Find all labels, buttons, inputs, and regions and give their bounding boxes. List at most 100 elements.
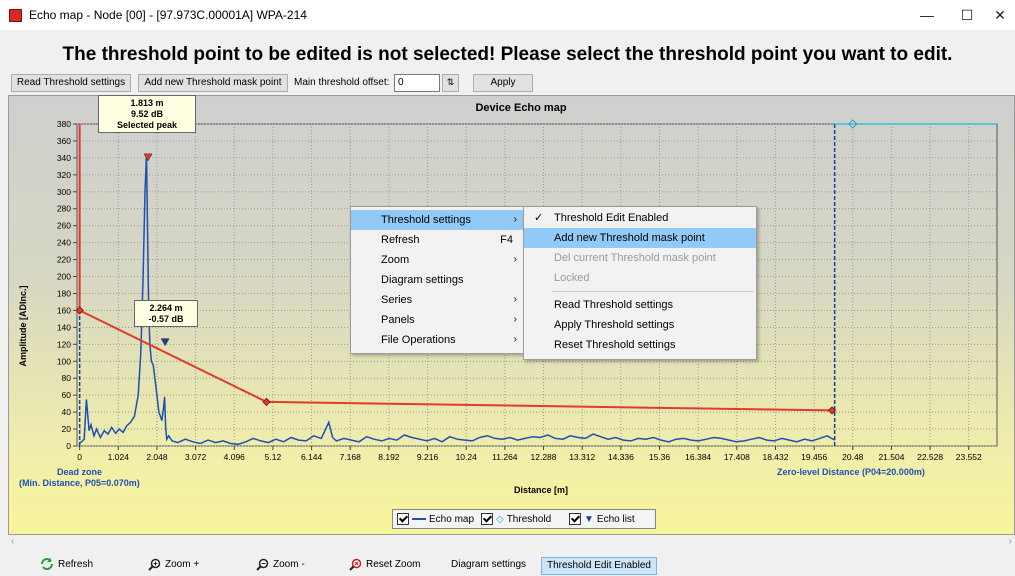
x-tick-label: 3.072 — [185, 452, 207, 462]
horizontal-scrollbar[interactable]: ‹ › — [8, 536, 1015, 550]
min-distance-label: (Min. Distance, P05=0.070m) — [19, 478, 140, 488]
menu-threshold-settings[interactable]: Threshold settings › — [351, 210, 525, 230]
zoom-in-button[interactable]: Zoom + — [148, 556, 199, 574]
y-tick-label: 100 — [57, 356, 71, 366]
selected-peak-distance: 1.813 m — [130, 98, 164, 108]
x-tick-label: 6.144 — [301, 452, 323, 462]
reset-zoom-button[interactable]: Reset Zoom — [349, 556, 420, 574]
zoom-in-icon — [148, 558, 161, 571]
x-tick-label: 21.504 — [878, 452, 904, 462]
y-tick-label: 360 — [57, 136, 71, 146]
checkbox-icon[interactable] — [481, 513, 493, 526]
legend-echo-map[interactable]: Echo map — [397, 513, 474, 526]
diagram-settings-button[interactable]: Diagram settings — [451, 556, 526, 574]
menu-file-operations[interactable]: File Operations › — [351, 330, 525, 350]
y-tick-label: 60 — [62, 390, 72, 400]
app-icon — [9, 9, 22, 22]
x-tick-label: 9.216 — [417, 452, 439, 462]
apply-button[interactable]: Apply — [473, 74, 533, 92]
menu-refresh[interactable]: Refresh F4 — [351, 230, 525, 250]
second-peak-distance: 2.264 m — [149, 303, 183, 313]
y-tick-label: 80 — [62, 373, 72, 383]
menu-series[interactable]: Series › — [351, 290, 525, 310]
offset-spinner[interactable]: ⇅ — [442, 74, 459, 92]
x-tick-label: 7.168 — [340, 452, 362, 462]
x-tick-label: 2.048 — [146, 452, 168, 462]
x-tick-label: 4.096 — [224, 452, 246, 462]
submenu-apply-threshold[interactable]: Apply Threshold settings — [524, 315, 756, 335]
x-tick-label: 22.528 — [917, 452, 943, 462]
spin-arrows-icon: ⇅ — [446, 77, 455, 87]
x-tick-label: 12.288 — [531, 452, 557, 462]
legend-echo-list[interactable]: ▼ Echo list — [569, 513, 635, 526]
y-axis-label: Amplitude [ADInc.] — [18, 286, 28, 367]
x-tick-label: 19.456 — [801, 452, 827, 462]
triangle-down-icon: ▼ — [584, 514, 594, 525]
x-tick-label: 10.24 — [456, 452, 478, 462]
scroll-right-icon[interactable]: › — [1009, 536, 1012, 547]
y-tick-label: 120 — [57, 339, 71, 349]
y-tick-label: 200 — [57, 272, 71, 282]
y-tick-label: 260 — [57, 221, 71, 231]
menu-diagram-settings[interactable]: Diagram settings — [351, 270, 525, 290]
context-menu: Threshold settings › Refresh F4 Zoom › Diag… — [350, 206, 526, 354]
zoom-out-button[interactable]: Zoom - — [256, 556, 305, 574]
submenu-locked: Locked — [554, 272, 590, 284]
title-bar: Echo map - Node [00] - [97.973C.00001A] … — [0, 0, 1015, 30]
chevron-right-icon: › — [513, 254, 517, 265]
submenu-read-threshold[interactable]: Read Threshold settings — [524, 295, 756, 315]
legend-threshold[interactable]: ◇ Threshold — [481, 513, 551, 526]
refresh-button[interactable]: Refresh — [40, 556, 93, 574]
selected-peak-callout: 1.813 m 9.52 dB Selected peak — [98, 95, 196, 133]
threshold-point — [262, 397, 271, 407]
toolbar: Read Threshold settings Add new Threshol… — [0, 72, 1015, 92]
y-tick-label: 160 — [57, 305, 71, 315]
submenu-reset-threshold[interactable]: Reset Threshold settings — [524, 335, 756, 355]
threshold-edit-toggle[interactable]: Threshold Edit Enabled — [541, 557, 657, 575]
refresh-icon — [41, 558, 53, 571]
x-tick-label: 13.312 — [569, 452, 595, 462]
x-tick-label: 0 — [77, 452, 82, 462]
diamond-marker-icon: ◇ — [496, 514, 504, 525]
offset-label: Main threshold offset: — [294, 77, 390, 88]
checkmark-icon: ✓ — [534, 212, 544, 224]
minimize-button[interactable]: — — [907, 3, 947, 27]
scroll-left-icon[interactable]: ‹ — [11, 536, 14, 547]
y-tick-label: 300 — [57, 187, 71, 197]
x-tick-label: 15.36 — [649, 452, 671, 462]
y-tick-label: 0 — [66, 441, 71, 451]
selected-peak-level: 9.52 dB — [130, 109, 163, 119]
x-tick-label: 18.432 — [762, 452, 788, 462]
y-tick-label: 20 — [62, 424, 72, 434]
x-tick-label: 5.12 — [265, 452, 282, 462]
selected-peak-caption: Selected peak — [116, 120, 178, 130]
chevron-right-icon: › — [513, 294, 517, 305]
y-tick-label: 380 — [57, 119, 71, 129]
add-mask-point-button[interactable]: Add new Threshold mask point — [138, 74, 288, 92]
x-tick-label: 20.48 — [842, 452, 864, 462]
offset-input[interactable]: 0 — [394, 74, 440, 92]
chevron-right-icon: › — [513, 314, 517, 325]
submenu-del-mask-point: Del current Threshold mask point — [554, 252, 716, 264]
window-title: Echo map - Node [00] - [97.973C.00001A] … — [29, 8, 307, 22]
close-button[interactable]: ✕ — [985, 3, 1015, 27]
warning-banner: The threshold point to be edited is not … — [62, 44, 953, 65]
submenu-threshold-edit-enabled[interactable]: ✓ Threshold Edit Enabled — [524, 208, 756, 228]
x-tick-label: 23.552 — [956, 452, 982, 462]
maximize-button[interactable]: ☐ — [947, 3, 987, 27]
y-tick-label: 140 — [57, 322, 71, 332]
line-swatch-icon — [412, 518, 426, 521]
x-tick-label: 1.024 — [108, 452, 130, 462]
read-threshold-button[interactable]: Read Threshold settings — [11, 74, 131, 92]
checkbox-icon[interactable] — [569, 513, 581, 526]
chevron-right-icon: › — [513, 214, 517, 225]
menu-zoom[interactable]: Zoom › — [351, 250, 525, 270]
reset-zoom-icon — [349, 558, 362, 571]
menu-panels[interactable]: Panels › — [351, 310, 525, 330]
y-tick-label: 340 — [57, 153, 71, 163]
y-tick-label: 280 — [57, 204, 71, 214]
submenu-add-mask-point[interactable]: Add new Threshold mask point — [524, 228, 756, 248]
checkbox-icon[interactable] — [397, 513, 409, 526]
y-tick-label: 40 — [62, 407, 72, 417]
x-tick-label: 17.408 — [724, 452, 750, 462]
